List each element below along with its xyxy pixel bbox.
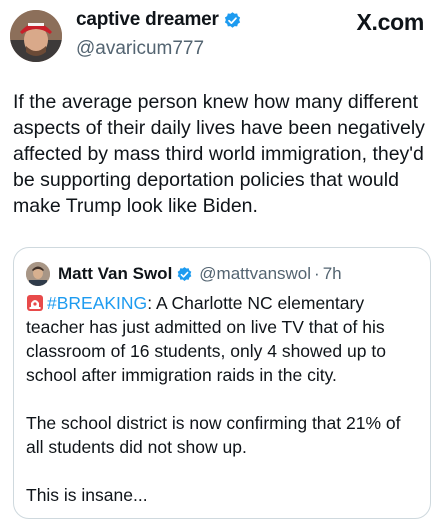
verified-badge-icon xyxy=(176,266,193,283)
quoted-tweet-header: Matt Van Swol @mattvanswol · 7h xyxy=(26,262,342,286)
quoted-tweet[interactable]: Matt Van Swol @mattvanswol · 7h #BREAKIN… xyxy=(13,247,431,519)
verified-badge-icon xyxy=(223,11,242,30)
police-siren-icon xyxy=(26,294,44,312)
quoted-paragraph-1: #BREAKING: A Charlotte NC elementary tea… xyxy=(26,291,422,387)
tweet-text: If the average person knew how many diff… xyxy=(13,91,425,217)
quoted-paragraph-3: This is insane... xyxy=(26,485,148,505)
quoted-author-name[interactable]: Matt Van Swol xyxy=(58,264,172,284)
separator-dot: · xyxy=(314,264,320,283)
tweet-header: captive dreamer @avaricum777 X.com xyxy=(0,0,442,80)
quoted-tweet-time[interactable]: 7h xyxy=(323,264,342,284)
quoted-author-handle[interactable]: @mattvanswol xyxy=(199,264,311,284)
author-display-name[interactable]: captive dreamer xyxy=(76,9,219,31)
author-handle[interactable]: @avaricum777 xyxy=(76,38,204,60)
quoted-tweet-body: #BREAKING: A Charlotte NC elementary tea… xyxy=(26,291,422,531)
brand-logo: X.com xyxy=(356,9,424,35)
quoted-author-avatar[interactable] xyxy=(26,262,50,286)
quoted-paragraph-2: The school district is now confirming th… xyxy=(26,413,401,457)
author-avatar[interactable] xyxy=(10,10,62,62)
author-name-row: captive dreamer xyxy=(76,9,242,31)
breaking-hashtag-link[interactable]: #BREAKING xyxy=(47,293,147,313)
